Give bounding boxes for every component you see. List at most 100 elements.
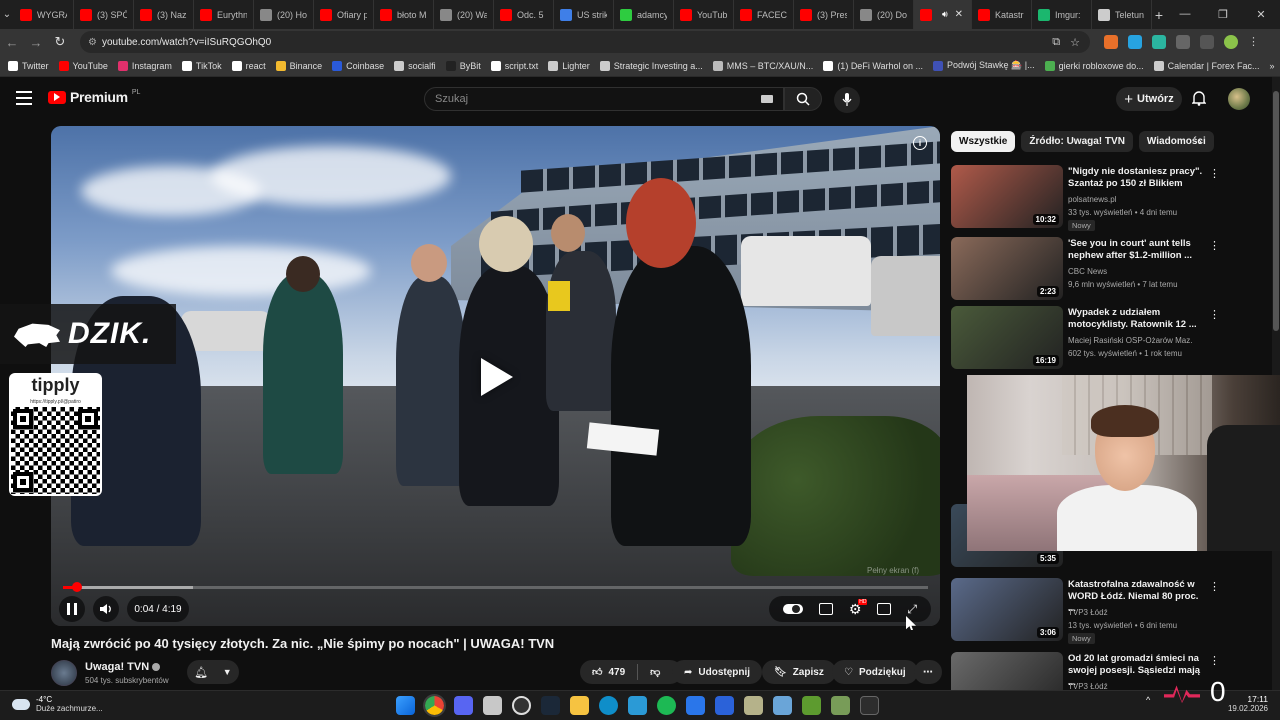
recommendation-title[interactable]: Wypadek z udziałem motocyklisty. Ratowni…	[1068, 307, 1208, 331]
browser-tab[interactable]: (20) Do	[854, 0, 914, 29]
subscription-bell-button[interactable]: 🔔︎ ▼	[187, 660, 239, 684]
recommendation-thumbnail[interactable]: 10:32	[951, 165, 1063, 228]
browser-tab[interactable]: Odc. 5	[494, 0, 554, 29]
recommendation-title[interactable]: "Nigdy nie dostaniesz pracy". Szantaż po…	[1068, 166, 1208, 190]
maximize-button[interactable]: ❐	[1204, 8, 1242, 21]
recommendation-thumbnail[interactable]: 3:06	[951, 578, 1063, 641]
search-button[interactable]	[784, 87, 822, 111]
browser-tab[interactable]: (3) SPÓ	[74, 0, 134, 29]
vscode-icon[interactable]	[628, 696, 647, 715]
more-vertical-icon[interactable]: ⋮	[1209, 580, 1220, 593]
app-c-icon[interactable]	[599, 696, 618, 715]
minecraft-icon[interactable]	[802, 696, 821, 715]
bookmark-item[interactable]: script.txt	[490, 60, 538, 71]
bookmark-item[interactable]: ByBit	[445, 60, 481, 71]
recommendation-item[interactable]: 16:19 Wypadek z udziałem motocyklisty. Ra…	[951, 306, 1261, 370]
account-avatar[interactable]	[1228, 88, 1250, 110]
bookmark-item[interactable]: TikTok	[181, 60, 222, 71]
profile-icon[interactable]	[1224, 35, 1238, 49]
more-vertical-icon[interactable]: ⋮	[1209, 239, 1220, 252]
weather-widget[interactable]: -4°C Duże zachmurze...	[12, 695, 103, 713]
menu-icon[interactable]: ⋮	[1248, 35, 1262, 49]
bookmark-item[interactable]: Coinbase	[332, 60, 384, 71]
scrollbar-thumb[interactable]	[1273, 91, 1279, 331]
browser-tab[interactable]: Ofiary p	[314, 0, 374, 29]
pause-button[interactable]	[59, 596, 85, 622]
extension-fox-icon[interactable]	[1104, 35, 1118, 49]
close-window-button[interactable]: ✕	[1242, 8, 1280, 21]
browser-tab[interactable]: Eurythn	[194, 0, 254, 29]
filter-chip[interactable]: Źródło: Uwaga! TVN	[1021, 131, 1133, 152]
bookmark-item[interactable]: Strategic Investing a...	[599, 60, 703, 71]
bookmark-item[interactable]: MMS – BTC/XAU/N...	[712, 60, 813, 71]
bookmark-item[interactable]: Podwój Stawkę 🎰 |...	[933, 60, 1035, 71]
recommendation-thumbnail[interactable]: 2:23	[951, 237, 1063, 300]
browser-tab[interactable]: (3) Pres	[794, 0, 854, 29]
browser-tab[interactable]: Katastr	[972, 0, 1032, 29]
tab-audio-icon[interactable]: 🔊︎	[942, 9, 948, 20]
create-button[interactable]: + Utwórz	[1116, 87, 1182, 111]
keyboard-icon[interactable]	[761, 95, 773, 103]
progress-bar[interactable]	[63, 582, 928, 592]
chrome-icon[interactable]	[423, 694, 446, 717]
recommendation-thumbnail[interactable]: 16:19	[951, 306, 1063, 369]
install-app-icon[interactable]: ⧉	[1052, 36, 1060, 49]
voice-search-button[interactable]	[834, 87, 860, 113]
app-f-icon[interactable]	[831, 696, 850, 715]
youtube-logo[interactable]: Premium PL	[48, 89, 140, 105]
tray-chevron-icon[interactable]: ^	[1146, 695, 1150, 705]
bookmark-item[interactable]: Lighter	[548, 60, 590, 71]
tab-active[interactable]: 🔊︎ ✕	[914, 0, 972, 29]
terminal-icon[interactable]	[860, 696, 879, 715]
thanks-button[interactable]: ♡ Podziękuj	[832, 660, 918, 684]
new-tab-button[interactable]: +	[1152, 7, 1166, 23]
channel-name-link[interactable]: Uwaga! TVN	[85, 661, 161, 673]
big-play-icon[interactable]	[481, 358, 513, 396]
discord-icon[interactable]	[454, 696, 473, 715]
browser-tab[interactable]: adamcy	[614, 0, 674, 29]
notepad-icon[interactable]	[773, 696, 792, 715]
browser-tab[interactable]: Teletun	[1092, 0, 1152, 29]
recommendation-item[interactable]: 3:06 Katastrofalna zdawalność w WORD Łódź…	[951, 578, 1261, 644]
extensions-puzzle-icon[interactable]	[1176, 35, 1190, 49]
more-actions-button[interactable]: ⋯	[914, 660, 942, 684]
app-d-icon[interactable]	[686, 696, 705, 715]
reload-button[interactable]: ↻	[48, 34, 72, 50]
save-button[interactable]: 🔖︎ Zapisz	[762, 660, 836, 684]
filter-chip[interactable]: Wiadomości	[1138, 131, 1214, 152]
bookmark-star-icon[interactable]: ☆	[1070, 36, 1080, 49]
media-controls-icon[interactable]	[1200, 35, 1214, 49]
site-info-icon[interactable]: ⚙	[88, 37, 102, 48]
video-player[interactable]: i Pełny ekran (f) 0:04 / 4:19 ⚙ HD ⤢	[51, 126, 940, 626]
bookmark-item[interactable]: gierki robloxowe do...	[1044, 60, 1144, 71]
recommendation-item[interactable]: 10:32 "Nigdy nie dostaniesz pracy". Szant…	[951, 165, 1261, 231]
browser-tab[interactable]: (20) Ho	[254, 0, 314, 29]
minimize-button[interactable]: —	[1166, 8, 1204, 21]
browser-tab[interactable]: FACECI	[734, 0, 794, 29]
bookmark-item[interactable]: (1) DeFi Warhol on ...	[823, 60, 923, 71]
spotify-icon[interactable]	[657, 696, 676, 715]
clock[interactable]: 17:11 19.02.2026	[1222, 694, 1268, 713]
recommendation-item[interactable]: 2:23 'See you in court' aunt tells nephew…	[951, 237, 1261, 301]
bookmark-item[interactable]: Instagram	[117, 60, 172, 71]
browser-tab[interactable]: Imgur:	[1032, 0, 1092, 29]
all-bookmarks-chevron-icon[interactable]: »	[1270, 61, 1280, 71]
extension-translate-icon[interactable]	[1152, 35, 1166, 49]
more-vertical-icon[interactable]: ⋮	[1209, 654, 1220, 667]
bookmark-item[interactable]: YouTube	[58, 60, 108, 71]
steam-icon[interactable]	[541, 696, 560, 715]
progress-scrubber[interactable]	[71, 582, 82, 592]
hamburger-menu-icon[interactable]	[16, 91, 32, 109]
more-vertical-icon[interactable]: ⋮	[1209, 167, 1220, 180]
fullscreen-icon[interactable]: ⤢	[907, 602, 917, 617]
settings-gear-icon[interactable]: ⚙ HD	[849, 598, 868, 618]
obs-icon[interactable]	[512, 696, 531, 715]
subtitles-icon[interactable]	[818, 603, 833, 615]
browser-tab[interactable]: (3) Naz	[134, 0, 194, 29]
more-vertical-icon[interactable]: ⋮	[1209, 308, 1220, 321]
back-button[interactable]: ←	[0, 35, 24, 50]
file-explorer-icon[interactable]	[570, 696, 589, 715]
filter-chip[interactable]: Wszystkie	[951, 131, 1016, 152]
chevron-right-icon[interactable]: ›	[1198, 136, 1202, 148]
forward-button[interactable]: →	[24, 35, 48, 50]
